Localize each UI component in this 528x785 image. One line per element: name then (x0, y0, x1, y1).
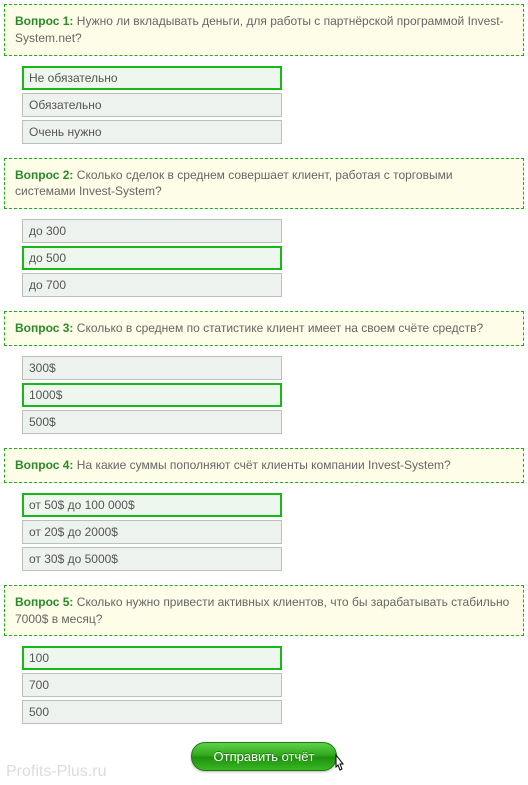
answer-list: 100 700 500 (22, 646, 524, 724)
answer-option[interactable]: Не обязательно (22, 66, 282, 90)
answer-list: до 300 до 500 до 700 (22, 219, 524, 297)
answer-list: от 50$ до 100 000$ от 20$ до 2000$ от 30$ … (22, 493, 524, 571)
answer-list: 300$ 1000$ 500$ (22, 356, 524, 434)
answer-option[interactable]: до 700 (22, 273, 282, 297)
question-text: Сколько в среднем по статистике клиент и… (77, 321, 483, 335)
question-label: Вопрос 3: (15, 321, 73, 335)
submit-button-label: Отправить отчёт (214, 749, 315, 764)
answer-option[interactable]: Обязательно (22, 93, 282, 117)
question-label: Вопрос 5: (15, 595, 73, 609)
answer-option[interactable]: от 30$ до 5000$ (22, 547, 282, 571)
answer-option[interactable]: до 300 (22, 219, 282, 243)
question-box-5: Вопрос 5: Сколько нужно привести активны… (4, 585, 524, 637)
answer-option[interactable]: 300$ (22, 356, 282, 380)
question-label: Вопрос 4: (15, 458, 73, 472)
question-box-2: Вопрос 2: Сколько сделок в среднем совер… (4, 158, 524, 210)
question-box-1: Вопрос 1: Нужно ли вкладывать деньги, дл… (4, 4, 524, 56)
answer-option[interactable]: Очень нужно (22, 120, 282, 144)
answer-option[interactable]: до 500 (22, 246, 282, 270)
answer-option[interactable]: 1000$ (22, 383, 282, 407)
watermark-text: Profits-Plus.ru (4, 763, 524, 781)
question-label: Вопрос 2: (15, 168, 73, 182)
answer-list: Не обязательно Обязательно Очень нужно (22, 66, 524, 144)
answer-option[interactable]: от 20$ до 2000$ (22, 520, 282, 544)
answer-option[interactable]: 500 (22, 700, 282, 724)
question-text: Сколько нужно привести активных клиентов… (15, 595, 509, 626)
question-text: На какие суммы пополняют счёт клиенты ко… (77, 458, 451, 472)
question-box-3: Вопрос 3: Сколько в среднем по статистик… (4, 311, 524, 346)
answer-option[interactable]: от 50$ до 100 000$ (22, 493, 282, 517)
question-text: Сколько сделок в среднем совершает клиен… (15, 168, 453, 199)
answer-option[interactable]: 500$ (22, 410, 282, 434)
question-box-4: Вопрос 4: На какие суммы пополняют счёт … (4, 448, 524, 483)
answer-option[interactable]: 700 (22, 673, 282, 697)
question-label: Вопрос 1: (15, 14, 73, 28)
question-text: Нужно ли вкладывать деньги, для работы с… (15, 14, 504, 45)
answer-option[interactable]: 100 (22, 646, 282, 670)
